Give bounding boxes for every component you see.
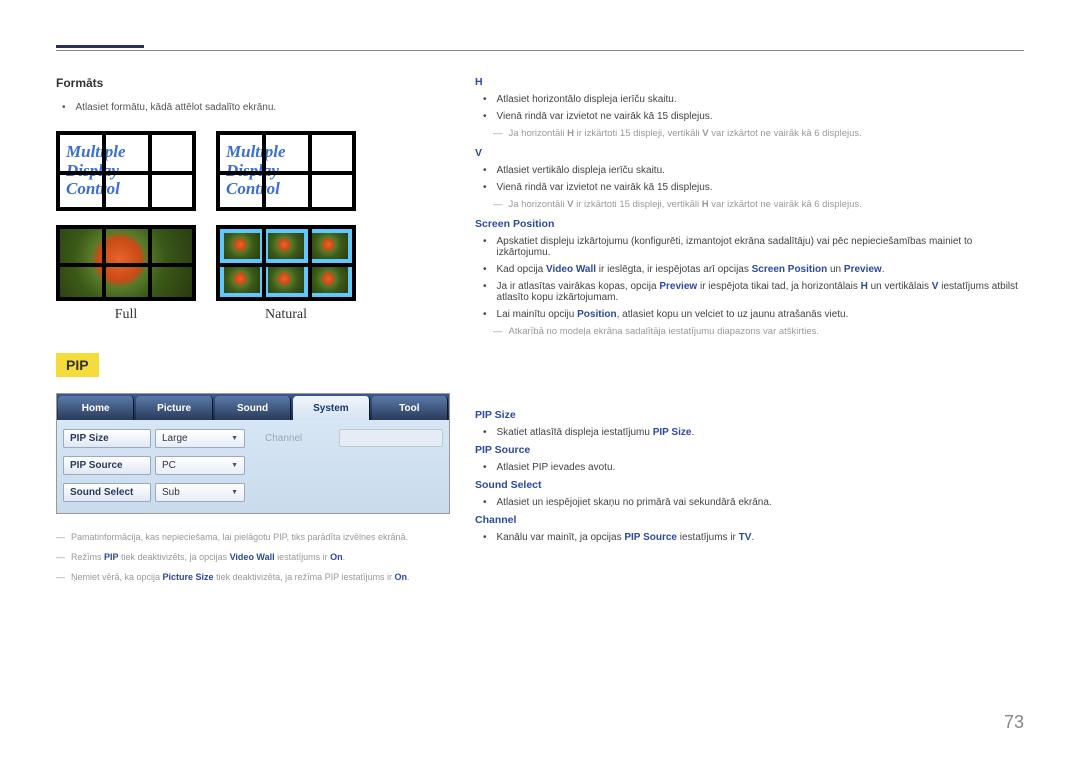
pip-source-select[interactable]: PC▼ xyxy=(155,456,245,475)
grid-full-bottom xyxy=(56,225,196,301)
grid-natural-top: Multiple Display Control xyxy=(216,131,356,211)
note: ―Atkarībā no modeļa ekrāna sadalītāja ie… xyxy=(493,326,1024,337)
grid-full-top: Multiple Display Control xyxy=(56,131,196,211)
list-item: Ja ir atlasītas vairākas kopas, opcija P… xyxy=(483,281,1024,303)
note: ―Ja horizontāli V ir izkārtoti 15 disple… xyxy=(493,199,1024,210)
tab-tool[interactable]: Tool xyxy=(372,396,448,420)
tab-system[interactable]: System xyxy=(293,396,369,420)
list-item: Kad opcija Video Wall ir ieslēgta, ir ie… xyxy=(483,264,1024,275)
list-item: Vienā rindā var izvietot ne vairāk kā 15… xyxy=(483,182,1024,193)
list-item: Vienā rindā var izvietot ne vairāk kā 15… xyxy=(483,111,1024,122)
channel-label-disabled: Channel xyxy=(265,433,339,444)
channel-heading: Channel xyxy=(475,514,1024,526)
pip-source-label: PIP Source xyxy=(63,456,151,475)
tab-sound[interactable]: Sound xyxy=(215,396,291,420)
tab-home[interactable]: Home xyxy=(58,396,134,420)
pip-settings-panel: Home Picture Sound System Tool PIP Size … xyxy=(56,393,450,514)
list-item: Kanālu var mainīt, ja opcijas PIP Source… xyxy=(483,532,1024,543)
v-heading: V xyxy=(475,147,1024,159)
pip-heading: PIP xyxy=(56,353,99,377)
pip-size-heading: PIP Size xyxy=(475,409,1024,421)
tab-picture[interactable]: Picture xyxy=(136,396,212,420)
tab-bar: Home Picture Sound System Tool xyxy=(57,394,449,420)
mode-natural-label: Natural xyxy=(216,307,356,323)
note: ―Ja horizontāli H ir izkārtoti 15 disple… xyxy=(493,128,1024,139)
grid-natural-bottom xyxy=(216,225,356,301)
list-item: Atlasiet horizontālo displeja ierīču ska… xyxy=(483,94,1024,105)
pip-footnotes: ―Pamatinformācija, kas nepieciešama, lai… xyxy=(56,532,450,582)
formats-grids: Multiple Display Control Full xyxy=(56,131,450,323)
sound-select-label: Sound Select xyxy=(63,483,151,502)
pip-size-select[interactable]: Large▼ xyxy=(155,429,245,448)
page-number: 73 xyxy=(1004,712,1024,733)
screen-position-heading: Screen Position xyxy=(475,218,1024,230)
formats-heading: Formāts xyxy=(56,76,450,90)
list-item: Skatiet atlasītā displeja iestatījumu PI… xyxy=(483,427,1024,438)
mode-full-label: Full xyxy=(56,307,196,323)
channel-field-disabled xyxy=(339,429,443,447)
list-item: Lai mainītu opciju Position, atlasiet ko… xyxy=(483,309,1024,320)
pip-source-heading: PIP Source xyxy=(475,444,1024,456)
sound-select-select[interactable]: Sub▼ xyxy=(155,483,245,502)
pip-size-label: PIP Size xyxy=(63,429,151,448)
sound-select-heading: Sound Select xyxy=(475,479,1024,491)
formats-desc: Atlasiet formātu, kādā attēlot sadalīto … xyxy=(56,102,450,113)
list-item: Atlasiet PIP ievades avotu. xyxy=(483,462,1024,473)
list-item: Atlasiet un iespējojiet skaņu no primārā… xyxy=(483,497,1024,508)
list-item: Apskatiet displeju izkārtojumu (konfigur… xyxy=(483,236,1024,258)
h-heading: H xyxy=(475,76,1024,88)
list-item: Atlasiet vertikālo displeja ierīču skait… xyxy=(483,165,1024,176)
